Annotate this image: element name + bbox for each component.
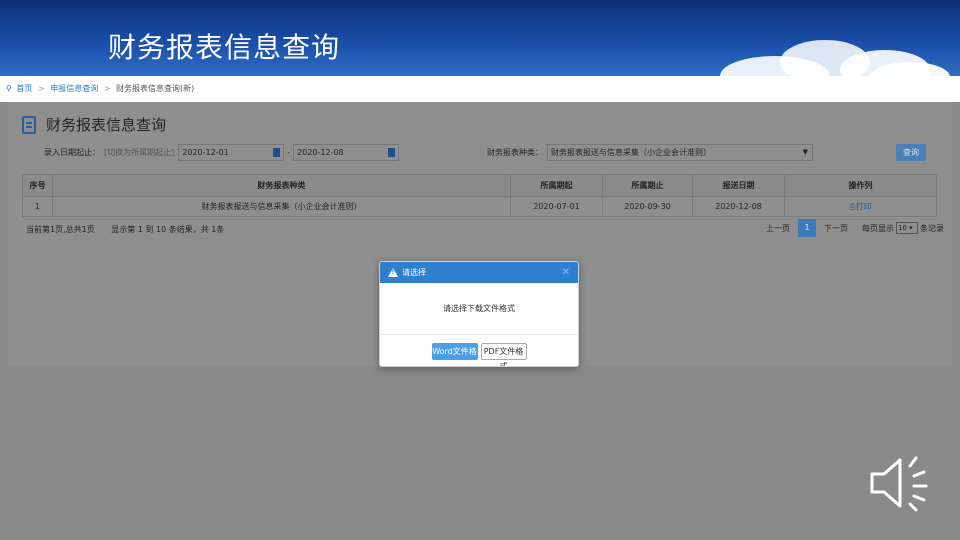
dialog-footer: Word文件格式 PDF文件格式 bbox=[380, 335, 578, 366]
pager-controls: 上一页 1 下一页 每页显示 10 ▾ 条记录 bbox=[766, 219, 944, 237]
date-separator: - bbox=[287, 148, 291, 157]
report-type-select[interactable]: 财务报表报送与信息采集（小企业会计准则） ▼ bbox=[547, 144, 813, 161]
chevron-down-icon: ▼ bbox=[802, 148, 808, 156]
breadcrumb-current: 财务报表信息查询(新) bbox=[116, 84, 195, 93]
table-header-row: 序号 财务报表种类 所属期起 所属期止 报送日期 操作列 bbox=[22, 174, 937, 197]
breadcrumb-level2[interactable]: 申报信息查询 bbox=[50, 84, 98, 93]
dialog-message: 请选择下载文件格式 bbox=[380, 283, 578, 335]
per-page-label: 每页显示 bbox=[862, 223, 894, 233]
prev-page-button[interactable]: 上一页 bbox=[766, 223, 790, 234]
report-type-value: 财务报表报送与信息采集（小企业会计准则） bbox=[551, 148, 711, 157]
table-row: 1 财务报表报送与信息采集（小企业会计准则） 2020-07-01 2020-0… bbox=[22, 196, 937, 217]
per-page-value: 10 bbox=[898, 224, 907, 232]
pdf-format-button[interactable]: PDF文件格式 bbox=[480, 342, 527, 366]
date-mode-toggle[interactable]: [切换为所属期起止] bbox=[104, 147, 174, 158]
warning-icon bbox=[388, 268, 398, 277]
dialog-title: 请选择 bbox=[402, 268, 426, 277]
page-header: 财务报表信息查询 bbox=[22, 114, 166, 135]
query-button[interactable]: 查询 bbox=[896, 144, 926, 161]
document-icon bbox=[22, 115, 36, 134]
column-header: 财务报表种类 bbox=[52, 174, 511, 197]
dialog-header: 请选择 ✕ bbox=[380, 262, 578, 283]
date-from-input[interactable]: 2020-12-01 bbox=[178, 144, 285, 161]
cell-start: 2020-07-01 bbox=[510, 196, 603, 217]
location-pin-icon: ⚲ bbox=[6, 84, 12, 93]
type-label: 财务报表种类： bbox=[487, 148, 543, 157]
result-count-text: 显示第 1 到 10 条结果，共 1条 bbox=[111, 225, 225, 234]
breadcrumb-separator: > bbox=[37, 84, 45, 93]
column-header: 操作列 bbox=[784, 174, 937, 197]
per-page-select[interactable]: 10 ▾ bbox=[896, 222, 918, 234]
breadcrumb-separator: > bbox=[103, 84, 111, 93]
column-header: 所属期止 bbox=[602, 174, 693, 197]
column-header: 报送日期 bbox=[692, 174, 785, 197]
report-table: 序号 财务报表种类 所属期起 所属期止 报送日期 操作列 1 财务报表报送与信息… bbox=[22, 174, 937, 217]
date-filter: 录入日期起止： [切换为所属期起止] 2020-12-01 - 2020-12-… bbox=[44, 144, 400, 161]
column-header: 序号 bbox=[22, 174, 53, 197]
word-format-button[interactable]: Word文件格式 bbox=[431, 342, 478, 366]
speaker-icon[interactable] bbox=[866, 452, 938, 514]
cell-index: 1 bbox=[22, 196, 53, 217]
page-number-current[interactable]: 1 bbox=[798, 219, 816, 237]
type-filter: 财务报表种类： 财务报表报送与信息采集（小企业会计准则） ▼ bbox=[487, 144, 813, 161]
close-icon[interactable]: ✕ bbox=[562, 262, 570, 283]
cell-date: 2020-12-08 bbox=[692, 196, 785, 217]
calendar-icon[interactable] bbox=[273, 148, 281, 157]
date-from-value: 2020-12-01 bbox=[182, 148, 229, 157]
date-to-input[interactable]: 2020-12-08 bbox=[293, 144, 400, 161]
breadcrumb: ⚲ 首页 > 申报信息查询 > 财务报表信息查询(新) bbox=[0, 76, 960, 102]
slide-title: 财务报表信息查询 bbox=[108, 31, 341, 64]
format-select-dialog: 请选择 ✕ 请选择下载文件格式 Word文件格式 PDF文件格式 bbox=[379, 261, 579, 367]
print-link[interactable]: ⎙打印 bbox=[849, 202, 871, 211]
cell-type: 财务报表报送与信息采集（小企业会计准则） bbox=[52, 196, 511, 217]
pager-info: 当前第1页,总共1页 显示第 1 到 10 条结果，共 1条 bbox=[26, 224, 224, 235]
column-header: 所属期起 bbox=[510, 174, 603, 197]
page-title: 财务报表信息查询 bbox=[46, 116, 167, 134]
date-to-value: 2020-12-08 bbox=[297, 148, 344, 157]
calendar-icon[interactable] bbox=[388, 148, 396, 157]
cell-end: 2020-09-30 bbox=[602, 196, 693, 217]
print-label: 打印 bbox=[855, 202, 872, 211]
date-label: 录入日期起止： bbox=[44, 148, 100, 157]
per-page-suffix: 条记录 bbox=[920, 223, 944, 233]
next-page-button[interactable]: 下一页 bbox=[824, 223, 848, 234]
cell-operation: ⎙打印 bbox=[784, 196, 937, 217]
breadcrumb-home[interactable]: 首页 bbox=[16, 84, 32, 93]
page-count-text: 当前第1页,总共1页 bbox=[26, 225, 95, 234]
slide-banner: 财务报表信息查询 bbox=[0, 0, 960, 76]
